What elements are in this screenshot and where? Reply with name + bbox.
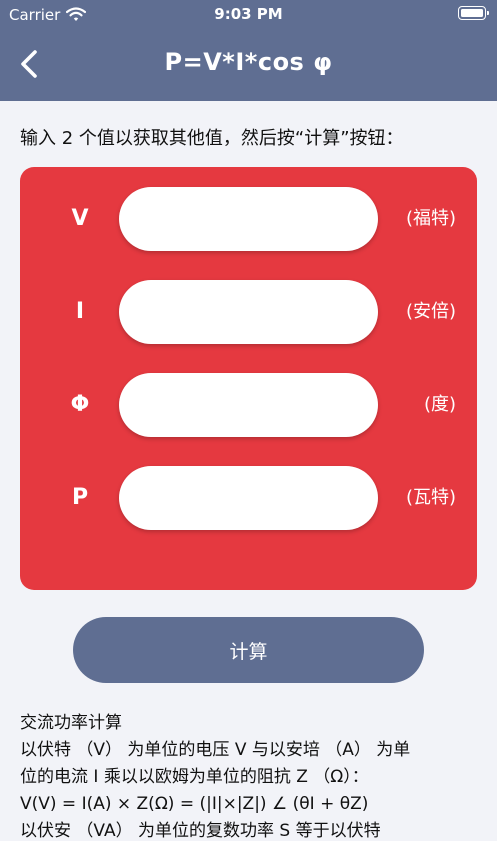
battery-level <box>461 9 483 17</box>
description-line: 位的电流 I 乘以以欧姆为单位的阻抗 Z （Ω）： <box>20 767 369 787</box>
field-unit-voltage: (福特) <box>405 208 456 229</box>
field-unit-current: (安倍) <box>405 301 456 322</box>
battery-icon <box>458 6 489 20</box>
header: Carrier 9:03 PM P=V*I*cos φ <box>0 0 497 101</box>
screen: Carrier 9:03 PM P=V*I*cos φ 输入 2 个值以获取其他… <box>0 0 497 841</box>
instruction-text: 输入 2 个值以获取其他值，然后按“计算”按钮： <box>20 128 404 149</box>
voltage-input[interactable] <box>119 187 378 251</box>
page-title: P=V*I*cos φ <box>164 48 333 76</box>
field-row-phase: Φ (度) <box>20 373 477 437</box>
field-row-power: P (瓦特) <box>20 466 477 530</box>
description-line: 以伏特 （V） 为单位的电压 V 与以安培 （A） 为单 <box>20 740 411 760</box>
input-card: V (福特) I (安倍) Φ (度) P (瓦特) <box>20 167 477 590</box>
status-time: 9:03 PM <box>214 5 283 23</box>
description-formula: V(V) = I(A) × Z(Ω) = (|I|×|Z|) ∠ (θI + θ… <box>20 794 369 814</box>
battery-cap <box>487 10 489 15</box>
status-bar: Carrier 9:03 PM <box>0 0 497 30</box>
field-row-current: I (安倍) <box>20 280 477 344</box>
field-label-power: P <box>71 485 89 510</box>
description-text: 交流功率计算 以伏特 （V） 为单位的电压 V 与以安培 （A） 为单 位的电流… <box>20 710 485 841</box>
current-input[interactable] <box>119 280 378 344</box>
description-heading: 交流功率计算 <box>20 713 122 733</box>
field-unit-phase: (度) <box>423 394 456 415</box>
calculate-button[interactable]: 计算 <box>73 617 424 683</box>
field-label-voltage: V <box>71 206 89 231</box>
power-input[interactable] <box>119 466 378 530</box>
description-line: 以伏安 （VA） 为单位的复数功率 S 等于以伏特 <box>20 821 381 841</box>
phase-angle-input[interactable] <box>119 373 378 437</box>
field-label-current: I <box>75 299 85 324</box>
field-label-phase: Φ <box>70 392 90 417</box>
field-unit-power: (瓦特) <box>405 487 456 508</box>
field-row-voltage: V (福特) <box>20 187 477 251</box>
